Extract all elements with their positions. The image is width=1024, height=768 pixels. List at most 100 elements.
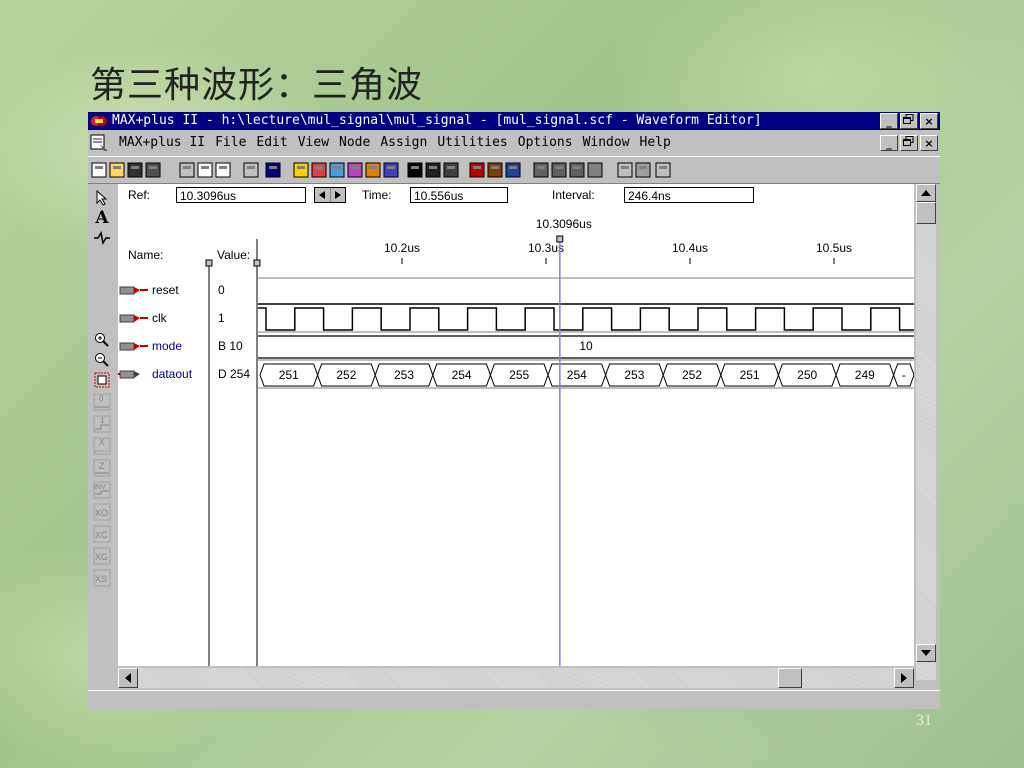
- project-icon[interactable]: [424, 161, 442, 179]
- grid2-icon[interactable]: [634, 161, 652, 179]
- high-impedance-icon[interactable]: Z: [92, 458, 112, 478]
- copy-icon[interactable]: [196, 161, 214, 179]
- floorplan-icon[interactable]: [442, 161, 460, 179]
- fit-in-window-icon[interactable]: [92, 370, 112, 390]
- save-icon[interactable]: [126, 161, 144, 179]
- dataout-bus-value: 250: [797, 368, 817, 382]
- menu-node[interactable]: Node: [338, 132, 379, 154]
- menu-help[interactable]: Help: [639, 132, 680, 154]
- dont-care-icon[interactable]: X: [92, 436, 112, 456]
- menu-view[interactable]: View: [297, 132, 338, 154]
- dataout-bus-value: 254: [452, 368, 472, 382]
- column-resize-handle: [205, 259, 213, 267]
- menu-app[interactable]: MAX+plus II: [118, 132, 214, 154]
- hierarchy-icon[interactable]: [406, 161, 424, 179]
- menu-edit[interactable]: Edit: [255, 132, 296, 154]
- paste-icon[interactable]: [214, 161, 232, 179]
- horizontal-scrollbar[interactable]: [118, 668, 914, 688]
- close-button[interactable]: ×: [920, 113, 938, 129]
- dataout-bus-value: 251: [740, 368, 760, 382]
- vertical-scroll-thumb[interactable]: [916, 202, 936, 224]
- svg-text:XG: XG: [95, 552, 108, 562]
- minimize-button[interactable]: _: [880, 113, 898, 129]
- arrow-right-icon: [901, 673, 907, 683]
- find-next-icon[interactable]: [550, 161, 568, 179]
- doc-restore-button[interactable]: [900, 135, 918, 151]
- force-low-icon[interactable]: 0: [92, 392, 112, 412]
- menu-window[interactable]: Window: [582, 132, 639, 154]
- waveform-icon[interactable]: [346, 161, 364, 179]
- programmer-icon[interactable]: [364, 161, 382, 179]
- compile-icon[interactable]: [292, 161, 310, 179]
- waveform-area: Ref: 10.3096us Time: 10.556us Interval: …: [118, 184, 914, 666]
- edit-icon[interactable]: [382, 161, 400, 179]
- invert-icon[interactable]: INV: [92, 480, 112, 500]
- scroll-up-button[interactable]: [916, 184, 936, 202]
- waveform-draw-icon[interactable]: [92, 228, 112, 248]
- vertical-scrollbar[interactable]: [916, 184, 936, 680]
- timing-icon[interactable]: [328, 161, 346, 179]
- zoom-window-icon[interactable]: [654, 161, 672, 179]
- scroll-left-button[interactable]: [118, 668, 138, 688]
- restore-icon: [903, 114, 914, 124]
- simulate-icon[interactable]: [310, 161, 328, 179]
- arrow-down-icon: [921, 650, 931, 656]
- scroll-right-button[interactable]: [894, 668, 914, 688]
- svg-text:0: 0: [99, 394, 104, 403]
- dataout-bus-value: 253: [624, 368, 644, 382]
- dataout-bus-value: 249: [855, 368, 875, 382]
- print-icon[interactable]: [144, 161, 162, 179]
- menu-assign[interactable]: Assign: [379, 132, 436, 154]
- save-compile-icon[interactable]: [486, 161, 504, 179]
- dataout-bus-value: 253: [394, 368, 414, 382]
- zoom-in-icon[interactable]: [92, 330, 112, 350]
- time-tick-label: 10.5us: [816, 241, 852, 255]
- scroll-down-button[interactable]: [916, 644, 936, 662]
- signal-value: 1: [218, 311, 225, 325]
- waveform-canvas[interactable]: 10.2us 10.3us 10.4us 10.5us reset 0 clk 1 mode B …: [118, 184, 914, 666]
- overwrite-clock-icon[interactable]: XC: [92, 524, 112, 544]
- restore-button[interactable]: [900, 113, 918, 129]
- menu-options[interactable]: Options: [517, 132, 582, 154]
- cut-icon[interactable]: [178, 161, 196, 179]
- selection-tool-icon[interactable]: [92, 188, 112, 208]
- back-annotate-icon[interactable]: [568, 161, 586, 179]
- signal-value: 0: [218, 283, 225, 297]
- window-title-bar[interactable]: MAX+plus II - h:\lecture\mul_signal\mul_…: [88, 112, 940, 130]
- input-pin-icon: [119, 342, 148, 351]
- svg-text:X: X: [99, 438, 105, 447]
- grid-icon[interactable]: [616, 161, 634, 179]
- overwrite-count-icon[interactable]: XO: [92, 502, 112, 522]
- help-pointer-icon[interactable]: [264, 161, 282, 179]
- undo-icon[interactable]: [242, 161, 260, 179]
- restore-icon: [903, 136, 914, 146]
- new-icon[interactable]: [90, 161, 108, 179]
- input-pin-icon: [119, 314, 148, 323]
- mode-bus-value: 10: [579, 339, 593, 353]
- menu-file[interactable]: File: [214, 132, 255, 154]
- doc-minimize-button[interactable]: _: [880, 135, 898, 151]
- find-node-icon[interactable]: [532, 161, 550, 179]
- overwrite-group-icon[interactable]: XG: [92, 546, 112, 566]
- signal-value: B 10: [218, 339, 243, 353]
- text-tool-icon[interactable]: A: [92, 208, 112, 228]
- save-check-icon[interactable]: [468, 161, 486, 179]
- zoom-out-icon[interactable]: [92, 350, 112, 370]
- toolbar: [88, 156, 940, 184]
- output-pin-icon: [118, 370, 140, 379]
- dataout-bus-value: 251: [279, 368, 299, 382]
- svg-text:XC: XC: [95, 530, 108, 540]
- status-bar: [88, 690, 940, 709]
- horizontal-scroll-thumb[interactable]: [778, 668, 802, 688]
- overwrite-snap-icon[interactable]: XS: [92, 568, 112, 588]
- reference-cursor-label: 10.3096us: [536, 217, 592, 231]
- open-icon[interactable]: [108, 161, 126, 179]
- menu-utilities[interactable]: Utilities: [436, 132, 516, 154]
- force-high-icon[interactable]: 1: [92, 414, 112, 434]
- menu-bar: MAX+plus II File Edit View Node Assign U…: [88, 132, 940, 154]
- time-tick-label: 10.3us: [528, 241, 564, 255]
- doc-close-button[interactable]: ×: [920, 135, 938, 151]
- save-simulate-icon[interactable]: [504, 161, 522, 179]
- signal-name: mode: [152, 339, 182, 353]
- assign-icon[interactable]: [586, 161, 604, 179]
